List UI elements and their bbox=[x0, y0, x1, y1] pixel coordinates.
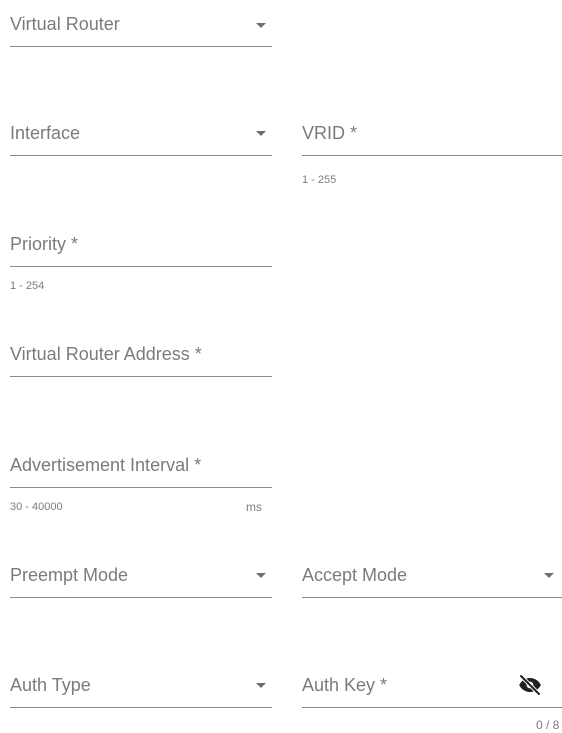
preempt-mode-underline bbox=[10, 597, 272, 598]
vrid-input[interactable]: VRID * bbox=[302, 118, 562, 158]
interface-select[interactable]: Interface bbox=[10, 118, 272, 158]
accept-mode-select[interactable]: Accept Mode bbox=[302, 560, 562, 600]
auth-key-underline bbox=[302, 707, 562, 708]
priority-label: Priority * bbox=[10, 234, 79, 254]
advertisement-interval-suffix: ms bbox=[246, 500, 262, 514]
virtual-router-select[interactable]: Virtual Router bbox=[10, 8, 272, 48]
virtual-router-label: Virtual Router bbox=[10, 14, 120, 34]
chevron-down-icon bbox=[256, 131, 266, 136]
auth-key-input[interactable]: Auth Key * bbox=[302, 670, 532, 710]
chevron-down-icon bbox=[544, 573, 554, 578]
accept-mode-label: Accept Mode bbox=[302, 565, 408, 585]
vrid-label: VRID * bbox=[302, 123, 358, 143]
interface-label: Interface bbox=[10, 123, 81, 143]
virtual-router-underline bbox=[10, 46, 272, 47]
auth-key-counter: 0 / 8 bbox=[536, 718, 560, 732]
priority-underline bbox=[10, 266, 272, 267]
virtual-router-address-underline bbox=[10, 376, 272, 377]
auth-key-label: Auth Key * bbox=[302, 675, 388, 695]
priority-hint: 1 - 254 bbox=[10, 280, 45, 292]
auth-type-underline bbox=[10, 707, 272, 708]
auth-type-label: Auth Type bbox=[10, 675, 91, 695]
chevron-down-icon bbox=[256, 573, 266, 578]
preempt-mode-label: Preempt Mode bbox=[10, 565, 129, 585]
auth-type-select[interactable]: Auth Type bbox=[10, 670, 272, 710]
accept-mode-underline bbox=[302, 597, 562, 598]
priority-input[interactable]: Priority * bbox=[10, 228, 272, 268]
advertisement-interval-underline bbox=[10, 487, 272, 488]
advertisement-interval-hint: 30 - 40000 bbox=[10, 501, 63, 513]
advertisement-interval-label: Advertisement Interval * bbox=[10, 455, 202, 475]
interface-underline bbox=[10, 155, 272, 156]
vrid-hint: 1 - 255 bbox=[302, 174, 337, 186]
chevron-down-icon bbox=[256, 683, 266, 688]
advertisement-interval-input[interactable]: Advertisement Interval * bbox=[10, 450, 272, 490]
vrid-underline bbox=[302, 155, 562, 156]
virtual-router-address-input[interactable]: Virtual Router Address * bbox=[10, 338, 272, 378]
preempt-mode-select[interactable]: Preempt Mode bbox=[10, 560, 272, 600]
chevron-down-icon bbox=[256, 23, 266, 28]
eye-off-icon[interactable] bbox=[518, 673, 542, 697]
virtual-router-address-label: Virtual Router Address * bbox=[10, 344, 202, 364]
